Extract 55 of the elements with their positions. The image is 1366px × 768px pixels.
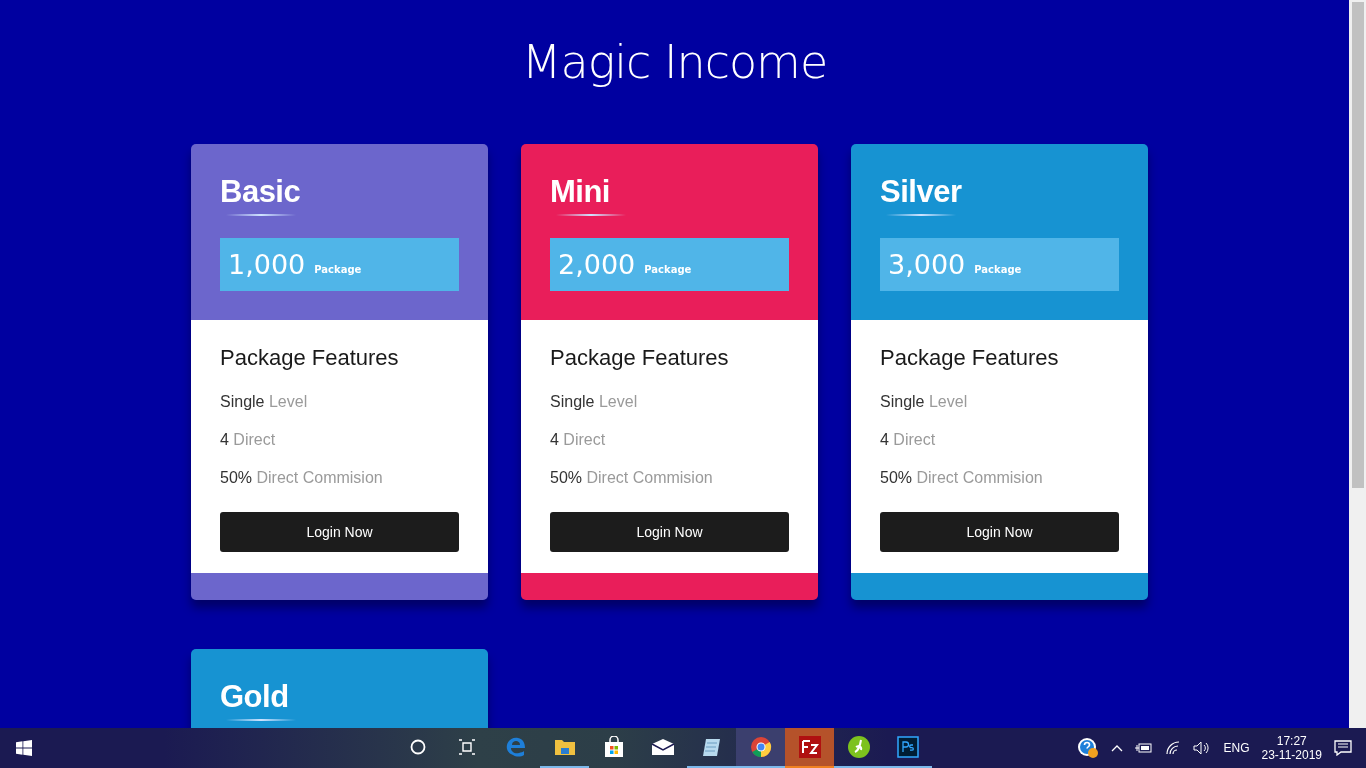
features-heading: Package Features — [220, 344, 400, 372]
taskbar-app-button[interactable] — [736, 728, 785, 768]
feature-text: Single Level — [550, 392, 639, 412]
feature-text: 50% Direct Commision — [880, 468, 1044, 488]
title-underline — [226, 719, 296, 721]
windows-logo-icon — [16, 740, 32, 756]
feature-text: Single Level — [220, 392, 309, 412]
folder-icon — [553, 738, 576, 756]
price-unit: Package — [314, 264, 362, 275]
feature-text: 4 Direct — [550, 430, 607, 450]
feature-text: 4 Direct — [220, 430, 277, 450]
ps-logo-icon — [896, 736, 919, 758]
envelope-icon — [650, 738, 675, 756]
task-view-icon — [457, 739, 476, 755]
taskbar-app-button[interactable] — [785, 728, 834, 768]
feature-text: 4 Direct — [880, 430, 937, 450]
circle-icon — [409, 739, 426, 755]
login-button[interactable]: Login Now — [550, 512, 789, 552]
login-button[interactable]: Login Now — [220, 512, 459, 552]
battery-icon[interactable] — [1135, 742, 1154, 754]
plan-name: Silver — [880, 173, 962, 211]
price-unit: Package — [974, 264, 1022, 275]
shopping-bag-icon — [603, 736, 624, 758]
help-icon[interactable] — [1077, 737, 1100, 759]
language-indicator[interactable]: ENG — [1223, 741, 1250, 755]
price-amount: 2,000 — [558, 249, 636, 280]
scrollbar-thumb[interactable] — [1351, 2, 1364, 488]
plan-name: Basic — [220, 173, 301, 211]
feature-text: 50% Direct Commision — [550, 468, 714, 488]
title-underline — [886, 214, 956, 216]
e-logo-icon — [504, 736, 527, 758]
chrome-logo-icon — [749, 736, 772, 758]
speaker-icon[interactable] — [1193, 741, 1212, 755]
clock-time[interactable]: 17:27 — [1276, 734, 1307, 748]
features-heading: Package Features — [880, 344, 1060, 372]
price-unit: Package — [644, 264, 692, 275]
title-underline — [556, 214, 626, 216]
wifi-icon[interactable] — [1165, 741, 1182, 755]
feature-text: Single Level — [880, 392, 969, 412]
feature-text: 50% Direct Commision — [220, 468, 384, 488]
title-underline — [226, 214, 296, 216]
features-heading: Package Features — [550, 344, 730, 372]
chevron-up-icon[interactable] — [1111, 744, 1124, 752]
price-amount: 3,000 — [888, 249, 966, 280]
notification-icon[interactable] — [1334, 740, 1352, 756]
plan-name: Gold — [220, 678, 289, 716]
clock-date[interactable]: 23-11-2019 — [1261, 748, 1322, 762]
login-button[interactable]: Login Now — [880, 512, 1119, 552]
scrollbar[interactable] — [1349, 0, 1366, 728]
price-amount: 1,000 — [228, 249, 306, 280]
notepad-icon — [700, 736, 723, 758]
d-logo-icon — [846, 735, 871, 759]
page-title: Magic Income — [521, 34, 828, 91]
fz-logo-icon — [797, 735, 822, 759]
plan-name: Mini — [550, 173, 610, 211]
